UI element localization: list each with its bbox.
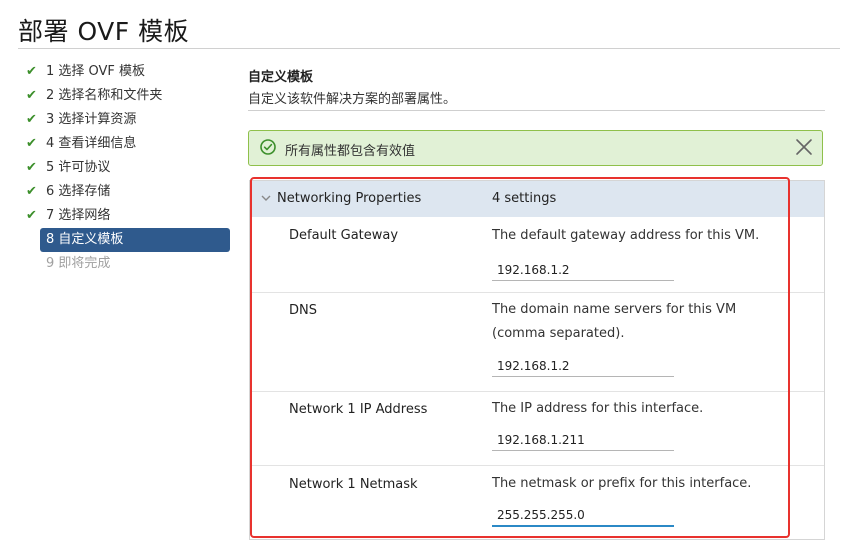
- group-name: Networking Properties: [277, 191, 422, 206]
- check-circle-icon: [260, 139, 276, 155]
- check-icon: ✔: [26, 64, 37, 79]
- group-count: 4 settings: [492, 191, 557, 206]
- step-8-active[interactable]: 8 自定义模板: [40, 228, 230, 252]
- netmask-input[interactable]: [492, 505, 674, 527]
- section-divider: [248, 110, 825, 111]
- property-label: Default Gateway: [289, 228, 399, 243]
- step-7[interactable]: ✔ 7 选择网络: [22, 204, 230, 228]
- page-title: 部署 OVF 模板: [18, 17, 190, 46]
- section-description: 自定义该软件解决方案的部署属性。: [248, 92, 457, 107]
- properties-table: Networking Properties 4 settings Default…: [249, 180, 825, 540]
- step-label: 4 查看详细信息: [46, 136, 137, 151]
- wizard-steps: ✔ 1 选择 OVF 模板 ✔ 2 选择名称和文件夹 ✔ 3 选择计算资源 ✔ …: [22, 60, 230, 276]
- property-description: The default gateway address for this VM.: [492, 228, 760, 243]
- chevron-down-icon[interactable]: [260, 192, 272, 204]
- step-label: 9 即将完成: [46, 256, 111, 271]
- dns-input[interactable]: [492, 355, 674, 377]
- section-title: 自定义模板: [248, 70, 314, 85]
- check-icon: ✔: [26, 88, 37, 103]
- step-6[interactable]: ✔ 6 选择存储: [22, 180, 230, 204]
- step-label: 6 选择存储: [46, 184, 111, 199]
- default-gateway-input[interactable]: [492, 259, 674, 281]
- step-1[interactable]: ✔ 1 选择 OVF 模板: [22, 60, 230, 84]
- step-label: 8 自定义模板: [46, 232, 124, 247]
- step-label: 1 选择 OVF 模板: [46, 64, 146, 79]
- row-divider: [250, 391, 824, 392]
- close-icon[interactable]: [794, 136, 814, 158]
- property-description: The domain name servers for this VM (com…: [492, 302, 737, 341]
- step-3[interactable]: ✔ 3 选择计算资源: [22, 108, 230, 132]
- alert-message: 所有属性都包含有效值: [285, 144, 416, 159]
- check-icon: ✔: [26, 184, 37, 199]
- check-icon: ✔: [26, 136, 37, 151]
- step-5[interactable]: ✔ 5 许可协议: [22, 156, 230, 180]
- row-divider: [250, 465, 824, 466]
- property-description: The netmask or prefix for this interface…: [492, 476, 752, 491]
- step-label: 7 选择网络: [46, 208, 111, 223]
- group-header-networking[interactable]: Networking Properties 4 settings: [250, 181, 824, 217]
- step-label: 5 许可协议: [46, 160, 111, 175]
- property-description: The IP address for this interface.: [492, 401, 704, 416]
- check-icon: ✔: [26, 208, 37, 223]
- title-divider: [18, 48, 840, 49]
- property-label: Network 1 IP Address: [289, 402, 428, 417]
- step-label: 3 选择计算资源: [46, 112, 137, 127]
- step-4[interactable]: ✔ 4 查看详细信息: [22, 132, 230, 156]
- check-icon: ✔: [26, 112, 37, 127]
- property-label: DNS: [289, 303, 317, 318]
- row-divider: [250, 292, 824, 293]
- ip-address-input[interactable]: [492, 429, 674, 451]
- step-2[interactable]: ✔ 2 选择名称和文件夹: [22, 84, 230, 108]
- step-label: 2 选择名称和文件夹: [46, 88, 163, 103]
- property-label: Network 1 Netmask: [289, 477, 418, 492]
- validation-alert: 所有属性都包含有效值: [248, 130, 823, 166]
- step-9: 9 即将完成: [22, 252, 230, 276]
- check-icon: ✔: [26, 160, 37, 175]
